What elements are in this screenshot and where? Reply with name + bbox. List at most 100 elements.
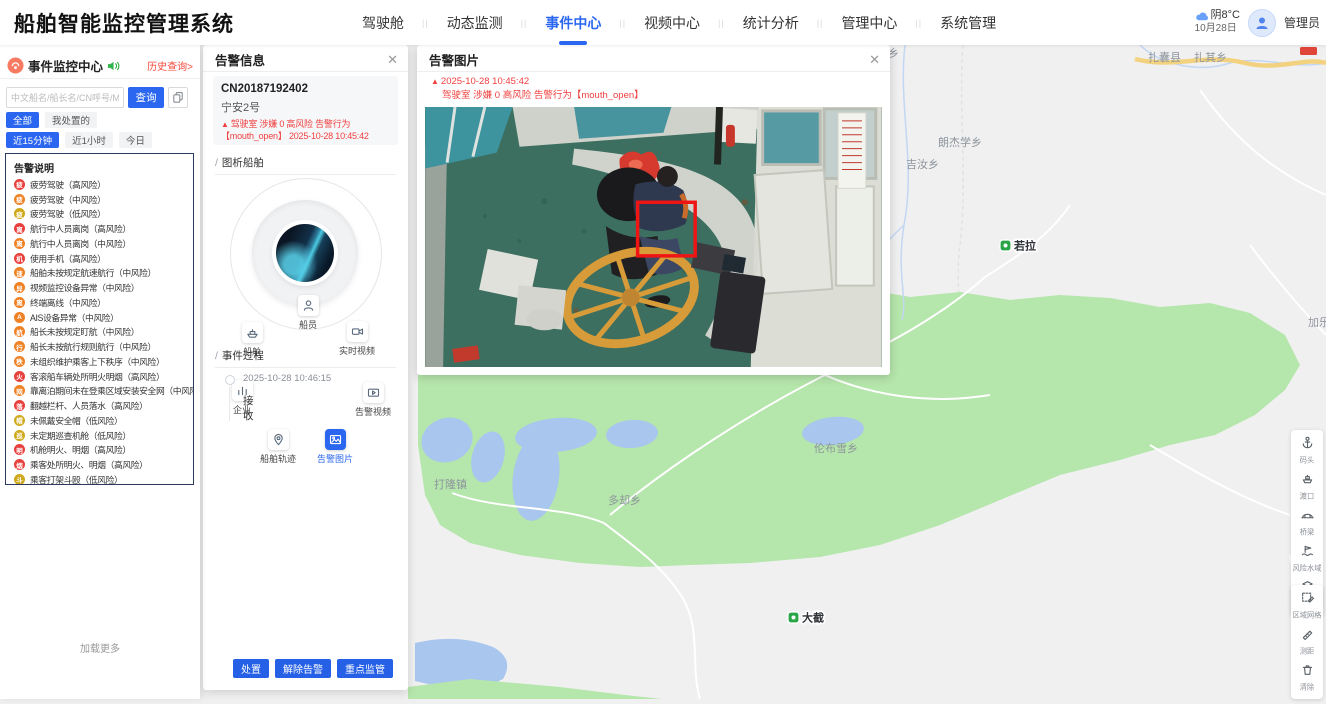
map-place-label: 加乐 — [1308, 316, 1326, 329]
nav-item-6[interactable]: 系统管理 — [940, 13, 996, 33]
nav-item-0[interactable]: 驾驶舱 — [362, 13, 404, 33]
alert-badge-icon: 疲 — [14, 179, 25, 190]
alarm-warning-text: ▲驾驶室 涉嫌 0 高风险 告警行为【mouth_open】 2025-10-2… — [221, 119, 390, 142]
alarm-info-card: CN20187192402 宁安2号 ▲驾驶室 涉嫌 0 高风险 告警行为【mo… — [213, 76, 398, 145]
load-more-link[interactable]: 加载更多 — [0, 640, 200, 655]
legend-title: 告警说明 — [14, 160, 193, 175]
svg-text:若拉: 若拉 — [1014, 239, 1036, 253]
search-button[interactable]: 查询 — [128, 87, 164, 108]
scope-filter-1[interactable]: 我处置的 — [45, 112, 97, 128]
alert-badge-icon: 行 — [14, 341, 25, 352]
map-tool-渡口[interactable]: 渡口 — [1291, 469, 1323, 505]
alert-legend-item: 离航行中人员离岗（高风险） — [6, 221, 193, 236]
alert-label: 使用手机（高风险） — [30, 252, 106, 265]
map-place-label: 伦布雪乡 — [814, 441, 858, 455]
nav-item-1[interactable]: 动态监测 — [447, 13, 503, 33]
alert-badge-icon: 航 — [14, 326, 25, 337]
orbit-item-5[interactable]: 船舶轨迹 — [256, 429, 300, 465]
event-center-icon — [7, 57, 24, 74]
close-icon[interactable]: ✕ — [387, 53, 398, 66]
tool-label: 区域网格 — [1293, 611, 1322, 621]
map-tool-区域网格[interactable]: 区域网格 — [1291, 588, 1323, 624]
nav-item-5[interactable]: 管理中心 — [841, 13, 897, 33]
alert-label: 未组织维护乘客上下秩序（中风险） — [30, 355, 164, 368]
nav-separator: || — [521, 18, 528, 28]
alarm-info-panel: 告警信息 ✕ CN20187192402 宁安2号 ▲驾驶室 涉嫌 0 高风险 … — [203, 45, 408, 690]
measure-icon — [1301, 627, 1314, 645]
alarm-image-warning: ▲2025-10-28 10:45:42 驾驶室 涉嫌 0 高风险 告警行为【m… — [431, 75, 644, 103]
alert-badge-icon: 离 — [14, 238, 25, 249]
nav-item-4[interactable]: 统计分析 — [743, 13, 799, 33]
alert-legend-item: AAIS设备异常（中风险） — [6, 310, 193, 325]
dismiss-alarm-button[interactable]: 解除告警 — [275, 659, 331, 678]
nav-item-2[interactable]: 事件中心 — [545, 13, 601, 33]
wharf-icon — [1301, 436, 1314, 454]
nav-separator: || — [718, 18, 725, 28]
timeline-line — [229, 387, 230, 421]
alert-label: 船舶未按规定航速航行（中风险） — [30, 266, 156, 279]
orbit-item-0[interactable]: 船员 — [286, 295, 330, 331]
search-input[interactable] — [6, 87, 124, 108]
alert-label: 航行中人员离岗（中风险） — [30, 237, 131, 250]
copy-button[interactable] — [168, 87, 188, 108]
alert-label: 机舱明火、明烟（高风险） — [30, 443, 131, 456]
nav-item-3[interactable]: 视频中心 — [644, 13, 700, 33]
alert-legend-item: 疲疲劳驾驶（低风险） — [6, 207, 193, 222]
orbit-item-4[interactable]: 告警视频 — [351, 382, 395, 418]
alert-label: 翻越栏杆、人员落水（高风险） — [30, 399, 148, 412]
history-query-link[interactable]: 历史查询> — [147, 58, 193, 73]
map-place-label: 扎其乡 — [1194, 50, 1227, 64]
app-title: 船舶智能监控管理系统 — [14, 8, 234, 38]
alert-legend-item: 巡未定期巡查机舱（低风险） — [6, 428, 193, 443]
ship-orbit-diagram: 船员船舶实时视频企业告警视频船舶轨迹告警图片 — [203, 173, 408, 345]
ship-name: 宁安2号 — [221, 99, 390, 115]
time-filter-2[interactable]: 今日 — [119, 132, 152, 148]
alert-legend-item: 疲疲劳驾驶（中风险） — [6, 192, 193, 207]
scope-filter-0[interactable]: 全部 — [6, 112, 39, 128]
ship-code: CN20187192402 — [221, 83, 390, 95]
alert-badge-icon: 网 — [14, 385, 25, 396]
tool-label: 渡口 — [1300, 492, 1314, 502]
map-place-label: 吉汝乡 — [906, 157, 939, 171]
divider — [0, 78, 200, 79]
time-filter-0[interactable]: 近15分钟 — [6, 132, 59, 148]
map-tool-风险水域[interactable]: 风险水域 — [1291, 541, 1323, 577]
alert-badge-icon: 烟 — [14, 459, 25, 470]
crew-icon — [298, 295, 319, 316]
key-supervision-button[interactable]: 重点监管 — [337, 659, 393, 678]
alert-label: 疲劳驾驶（中风险） — [30, 193, 106, 206]
alert-label: 未定期巡查机舱（低风险） — [30, 429, 131, 442]
map-tool-桥梁[interactable]: 桥梁 — [1291, 505, 1323, 541]
alert-legend-box: 告警说明 疲疲劳驾驶（高风险）疲疲劳驾驶（中风险）疲疲劳驾驶（低风险）离航行中人… — [5, 153, 194, 485]
alert-legend-item: 烟乘客处所明火、明烟（高风险） — [6, 457, 193, 472]
map-tool-清除[interactable]: 清除 — [1291, 660, 1323, 696]
orbit-item-6[interactable]: 告警图片 — [313, 429, 357, 465]
speaker-icon[interactable] — [107, 60, 120, 72]
tool-label: 清除 — [1300, 683, 1314, 693]
alert-legend-item: 航船长未按规定盯航（中风险） — [6, 325, 193, 340]
alert-badge-icon: 异 — [14, 282, 25, 293]
avatar[interactable] — [1248, 9, 1276, 37]
close-icon[interactable]: ✕ — [869, 53, 880, 66]
section-slash-icon: / — [215, 157, 218, 169]
clear-icon — [1301, 663, 1314, 681]
map-tool-码头[interactable]: 码头 — [1291, 433, 1323, 469]
orbit-item-3[interactable]: 企业 — [220, 380, 264, 416]
alert-legend-item: 斗乘客打架斗殴（低风险） — [6, 472, 193, 485]
map-tool-测距[interactable]: 测距 — [1291, 624, 1323, 660]
alert-photo-image — [425, 107, 882, 367]
alert-label: 船长未按航行规则航行（中风险） — [30, 340, 156, 353]
map-marker-若拉[interactable]: 若拉 — [1000, 239, 1036, 253]
alert-legend-item: 网靠离泊期间未在登乘区域安装安全网（中风险） — [6, 384, 193, 399]
timeline-status: 接收 — [243, 393, 254, 423]
time-filter-1[interactable]: 近1小时 — [65, 132, 113, 148]
user-name[interactable]: 管理员 — [1284, 14, 1320, 31]
dispose-button[interactable]: 处置 — [233, 659, 269, 678]
alert-photo[interactable] — [425, 107, 882, 367]
ship-photo-circle — [276, 224, 334, 282]
alert-legend-item: 疲疲劳驾驶（高风险） — [6, 177, 193, 192]
orbit-label: 船员 — [299, 318, 317, 331]
cloud-icon — [1195, 11, 1208, 21]
map-marker-大截[interactable]: 大截 — [788, 611, 824, 625]
alert-badge-icon: 斗 — [14, 474, 25, 485]
